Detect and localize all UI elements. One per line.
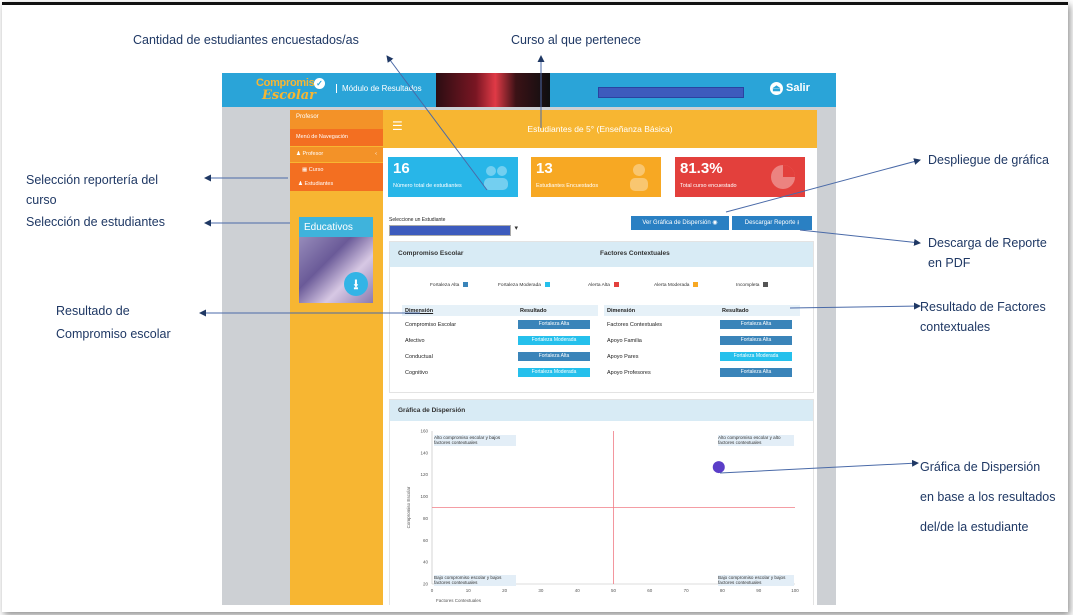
annotation-arrows bbox=[199, 55, 921, 474]
